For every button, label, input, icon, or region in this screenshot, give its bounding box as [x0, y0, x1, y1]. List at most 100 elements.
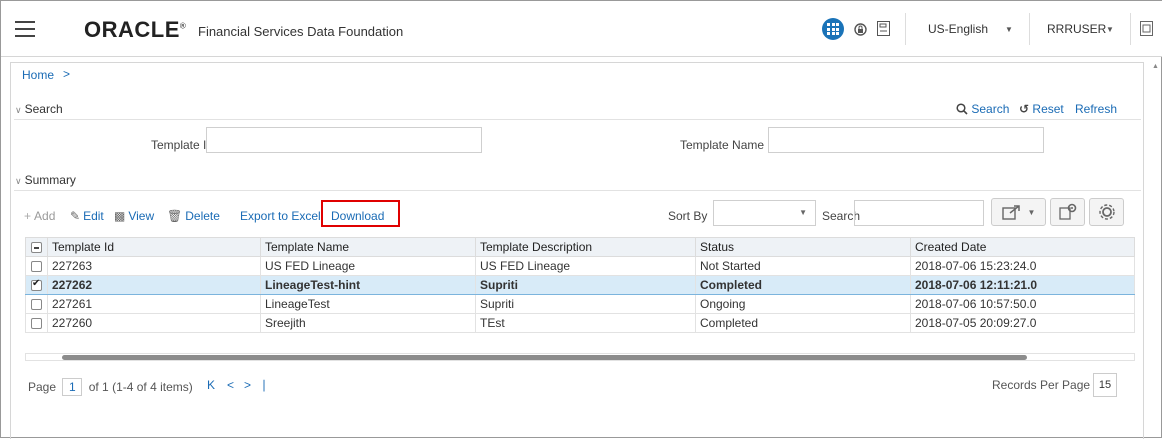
template-grid: Template Id Template Name Template Descr… [25, 237, 1135, 333]
cell-created-date: 2018-07-06 15:23:24.0 [910, 256, 1135, 276]
column-settings-button[interactable] [1050, 198, 1085, 226]
column-header[interactable]: Template Description [475, 237, 696, 257]
cell-status: Completed [695, 275, 911, 295]
edit-icon: ✎ [70, 209, 81, 223]
row-checkbox[interactable] [31, 318, 42, 330]
template-id-input[interactable] [206, 127, 482, 153]
cell-template-description: Supriti [475, 275, 696, 295]
row-checkbox[interactable] [31, 261, 42, 273]
delete-button-label: Delete [185, 209, 220, 223]
scroll-up-icon[interactable]: ▲ [1152, 63, 1159, 70]
template-name-input[interactable] [768, 127, 1044, 153]
cell-created-date: 2018-07-05 20:09:27.0 [910, 313, 1135, 333]
main-content: Home > ∨ Search Search ↺ Reset Refresh Te… [10, 62, 1144, 439]
cell-template-description: US FED Lineage [475, 256, 696, 276]
cell-created-date: 2018-07-06 10:57:50.0 [910, 294, 1135, 314]
product-name: Financial Services Data Foundation [198, 24, 404, 39]
chevron-down-icon[interactable]: ▼ [1106, 25, 1114, 34]
table-row[interactable]: 227263 US FED Lineage US FED Lineage Not… [25, 256, 1135, 276]
app-window: ORACLE® Financial Services Data Foundati… [0, 0, 1162, 439]
cell-template-name: LineageTest-hint [260, 275, 476, 295]
language-selector[interactable]: US-English [928, 22, 988, 36]
vertical-scrollbar[interactable]: ▲ [1149, 61, 1161, 439]
horizontal-scrollbar[interactable] [25, 353, 1135, 361]
row-checkbox[interactable] [31, 278, 42, 292]
pagination-info: Page 1 of 1 (1-4 of 4 items) [28, 378, 193, 396]
delete-button[interactable]: 🗑 Delete [167, 209, 220, 223]
header-divider [1029, 13, 1030, 45]
trash-icon: 🗑 [167, 209, 183, 223]
next-page-icon[interactable]: > [244, 378, 251, 392]
view-icon: ▩ [114, 209, 126, 223]
app-header: ORACLE® Financial Services Data Foundati… [1, 1, 1162, 57]
grid-header-row: Template Id Template Name Template Descr… [25, 237, 1135, 257]
select-all-checkbox[interactable] [31, 242, 42, 254]
export-to-excel-button[interactable]: Export to Excel [240, 209, 321, 223]
chevron-down-icon: ∨ [15, 105, 22, 115]
divider [14, 119, 1141, 120]
edit-button[interactable]: ✎ Edit [70, 209, 104, 223]
search-section-toggle[interactable]: ∨ Search [15, 102, 63, 116]
page-number-input[interactable]: 1 [62, 378, 83, 396]
first-page-icon[interactable]: K [207, 378, 215, 392]
cell-template-name: US FED Lineage [260, 256, 476, 276]
menu-icon[interactable] [15, 21, 35, 37]
cell-template-description: Supriti [475, 294, 696, 314]
summary-section-toggle[interactable]: ∨ Summary [15, 173, 76, 187]
summary-section-title: Summary [24, 173, 76, 187]
chevron-down-icon: ▼ [799, 208, 807, 217]
breadcrumb-arrow-icon: > [63, 67, 71, 81]
user-menu[interactable]: RRRUSER [1047, 22, 1106, 36]
oracle-logo: ORACLE® [84, 17, 187, 42]
view-button[interactable]: ▩ View [114, 209, 154, 223]
gear-refresh-icon [1098, 204, 1115, 220]
column-header[interactable]: Created Date [910, 237, 1135, 257]
lock-icon[interactable] [853, 21, 867, 36]
cell-created-date: 2018-07-06 12:11:21.0 [910, 275, 1135, 295]
cell-template-id: 227263 [47, 256, 261, 276]
cell-template-name: LineageTest [260, 294, 476, 314]
sort-by-select[interactable]: ▼ [713, 200, 816, 226]
header-divider [1130, 13, 1131, 45]
refresh-settings-button[interactable] [1089, 198, 1124, 226]
search-button-label: Search [971, 102, 1010, 116]
select-all-cell[interactable] [25, 237, 48, 257]
cell-template-description: TEst [475, 313, 696, 333]
breadcrumb-home[interactable]: Home [22, 68, 54, 82]
reset-button-label: Reset [1032, 102, 1064, 116]
column-header[interactable]: Status [695, 237, 911, 257]
grid-search-input[interactable] [854, 200, 984, 226]
table-row-selected[interactable]: 227262 LineageTest-hint Supriti Complete… [25, 275, 1135, 295]
cell-status: Completed [695, 313, 911, 333]
row-checkbox[interactable] [31, 299, 42, 311]
table-row[interactable]: 227260 Sreejith TEst Completed 2018-07-0… [25, 313, 1135, 333]
page-item-count: of 1 (1-4 of 4 items) [88, 380, 193, 394]
cell-template-id: 227262 [47, 275, 261, 295]
reset-button[interactable]: ↺ Reset [1019, 102, 1064, 116]
applications-icon[interactable] [822, 18, 844, 40]
chevron-down-icon[interactable]: ▼ [1005, 25, 1013, 34]
export-menu-button[interactable]: ▼ [991, 198, 1046, 226]
last-page-icon[interactable]: ∣ [261, 378, 267, 392]
scrollbar-thumb[interactable] [62, 355, 1027, 360]
template-id-label: Template Id [151, 138, 214, 152]
add-button[interactable]: + Add [24, 209, 55, 223]
search-button[interactable]: Search [956, 102, 1009, 116]
window-icon[interactable] [1140, 21, 1153, 36]
column-header[interactable]: Template Id [47, 237, 261, 257]
cell-template-id: 227260 [47, 313, 261, 333]
cell-template-name: Sreejith [260, 313, 476, 333]
refresh-button[interactable]: Refresh [1075, 102, 1117, 116]
records-per-page-label: Records Per Page [992, 378, 1091, 392]
download-highlight [321, 200, 400, 227]
help-book-icon[interactable] [877, 21, 890, 36]
previous-page-icon[interactable]: < [227, 378, 234, 392]
records-per-page-input[interactable]: 15 [1093, 373, 1117, 397]
grid-settings-icon [1058, 203, 1076, 220]
table-row[interactable]: 227261 LineageTest Supriti Ongoing 2018-… [25, 294, 1135, 314]
header-divider [905, 13, 906, 45]
edit-button-label: Edit [83, 209, 104, 223]
search-section-title: Search [24, 102, 63, 116]
search-icon [956, 103, 968, 115]
column-header[interactable]: Template Name [260, 237, 476, 257]
